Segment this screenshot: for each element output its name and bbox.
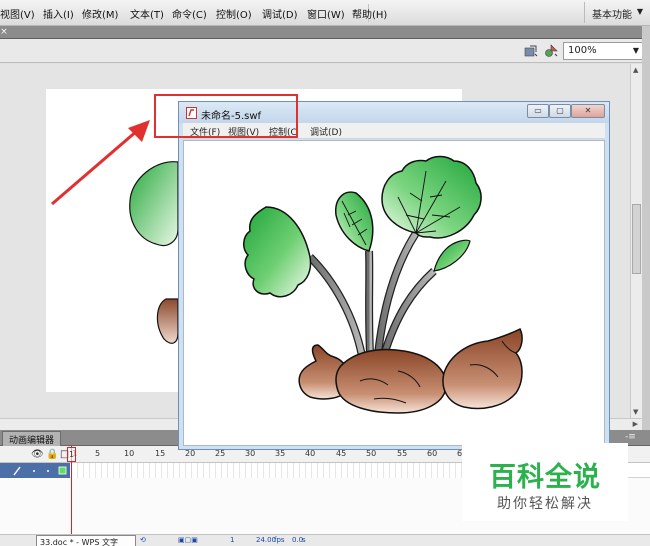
current-frame-indicator[interactable]: 1	[67, 447, 76, 462]
tab-motion-editor[interactable]: 动画编辑器	[2, 431, 62, 446]
menu-debug[interactable]: 调试(D)	[262, 6, 298, 21]
zoom-select[interactable]: 100% ▼	[563, 42, 643, 60]
vertical-scrollbar[interactable]: ▲ ▼	[630, 64, 642, 418]
scroll-right-icon[interactable]: ▶	[633, 420, 638, 428]
menu-text[interactable]: 文本(T)	[130, 6, 164, 21]
menu-window[interactable]: 窗口(W)	[307, 6, 345, 21]
caret-down-icon: ▼	[636, 7, 643, 16]
menu-modify[interactable]: 修改(M)	[82, 6, 118, 21]
swf-player-window: 未命名-5.swf ▭ ▢ ✕ 文件(F) 视图(V) 控制(C 调试(D)	[178, 101, 610, 450]
frame-number: 5	[95, 449, 101, 458]
taskbar-tooltip: 33.doc * - WPS 文字	[36, 535, 136, 546]
vertical-scrollbar-thumb[interactable]	[632, 204, 641, 274]
fps-unit: fps	[274, 536, 285, 544]
menu-insert[interactable]: 插入(I)	[43, 6, 74, 21]
swf-content-area[interactable]	[183, 140, 605, 446]
pencil-icon	[13, 466, 21, 476]
close-button[interactable]: ✕	[571, 104, 605, 118]
onion-skin-icon[interactable]: ▣▢▣	[178, 536, 198, 544]
menu-view[interactable]: 视图(V)	[0, 6, 35, 21]
frame-number: 35	[275, 449, 286, 458]
frame-number: 40	[305, 449, 316, 458]
edit-symbols-icon[interactable]	[524, 44, 538, 58]
workspace-label: 基本功能	[592, 10, 632, 21]
center-frame-icon[interactable]: ⟲	[140, 536, 146, 544]
watermark-subtitle: 助你轻松解决	[497, 496, 593, 512]
frame-number: 25	[215, 449, 226, 458]
caret-down-icon: ▼	[632, 46, 639, 55]
arrow-annotation-icon	[51, 120, 150, 206]
watermark-title: 百科全说	[489, 462, 601, 493]
menu-bar: 视图(V) 插入(I) 修改(M) 文本(T) 命令(C) 控制(O) 调试(D…	[0, 0, 650, 26]
scroll-down-icon[interactable]: ▼	[633, 408, 638, 416]
minimize-button[interactable]: ▭	[527, 104, 549, 118]
close-icon[interactable]: ×	[0, 26, 8, 38]
time-unit: s	[302, 536, 306, 544]
edit-bar: 100% ▼	[0, 39, 650, 63]
workspace-switcher[interactable]: 基本功能 ▼	[584, 2, 646, 23]
maximize-button[interactable]: ▢	[549, 104, 571, 118]
current-frame-readout: 1	[230, 536, 235, 544]
frame-number: 15	[155, 449, 166, 458]
zoom-value: 100%	[568, 45, 597, 56]
layer-header[interactable]	[0, 463, 70, 478]
document-tab-strip: ×	[0, 26, 650, 39]
menu-help[interactable]: 帮助(H)	[352, 6, 387, 21]
panel-menu-icon[interactable]: -≡	[625, 432, 636, 442]
lock-icon[interactable]: 🔒	[46, 449, 58, 460]
menu-commands[interactable]: 命令(C)	[172, 6, 207, 21]
plant-illustration	[243, 155, 523, 414]
scroll-up-icon[interactable]: ▲	[633, 66, 638, 74]
menu-control[interactable]: 控制(O)	[216, 6, 252, 21]
frame-number: 20	[185, 449, 196, 458]
swf-menu-debug[interactable]: 调试(D)	[310, 125, 342, 138]
eye-icon[interactable]: 👁	[31, 449, 44, 460]
frame-number: 60	[427, 449, 438, 458]
frame-number: 10	[124, 449, 135, 458]
frame-number: 50	[366, 449, 377, 458]
edit-scene-icon[interactable]	[544, 44, 558, 58]
frame-number: 55	[397, 449, 408, 458]
frame-number: 30	[245, 449, 256, 458]
frame-number: 45	[336, 449, 347, 458]
highlight-box	[154, 94, 298, 138]
frames-grid[interactable]	[72, 463, 462, 478]
watermark: 百科全说 助你轻松解决	[462, 443, 628, 521]
layer-controls	[13, 466, 67, 476]
